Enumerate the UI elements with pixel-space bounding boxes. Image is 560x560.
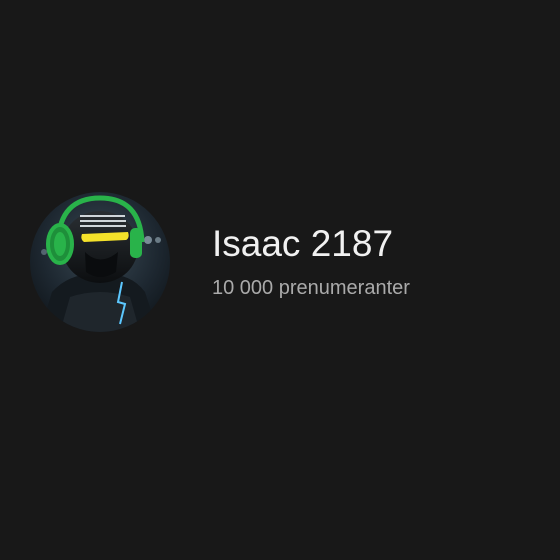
- subscriber-count: 10 000 prenumeranter: [212, 277, 410, 299]
- avatar-icon: [30, 192, 170, 332]
- page: Isaac 2187 10 000 prenumeranter: [0, 0, 560, 560]
- channel-avatar[interactable]: [30, 192, 170, 332]
- channel-name[interactable]: Isaac 2187: [212, 222, 393, 266]
- channel-card: Isaac 2187 10 000 prenumeranter: [30, 192, 530, 332]
